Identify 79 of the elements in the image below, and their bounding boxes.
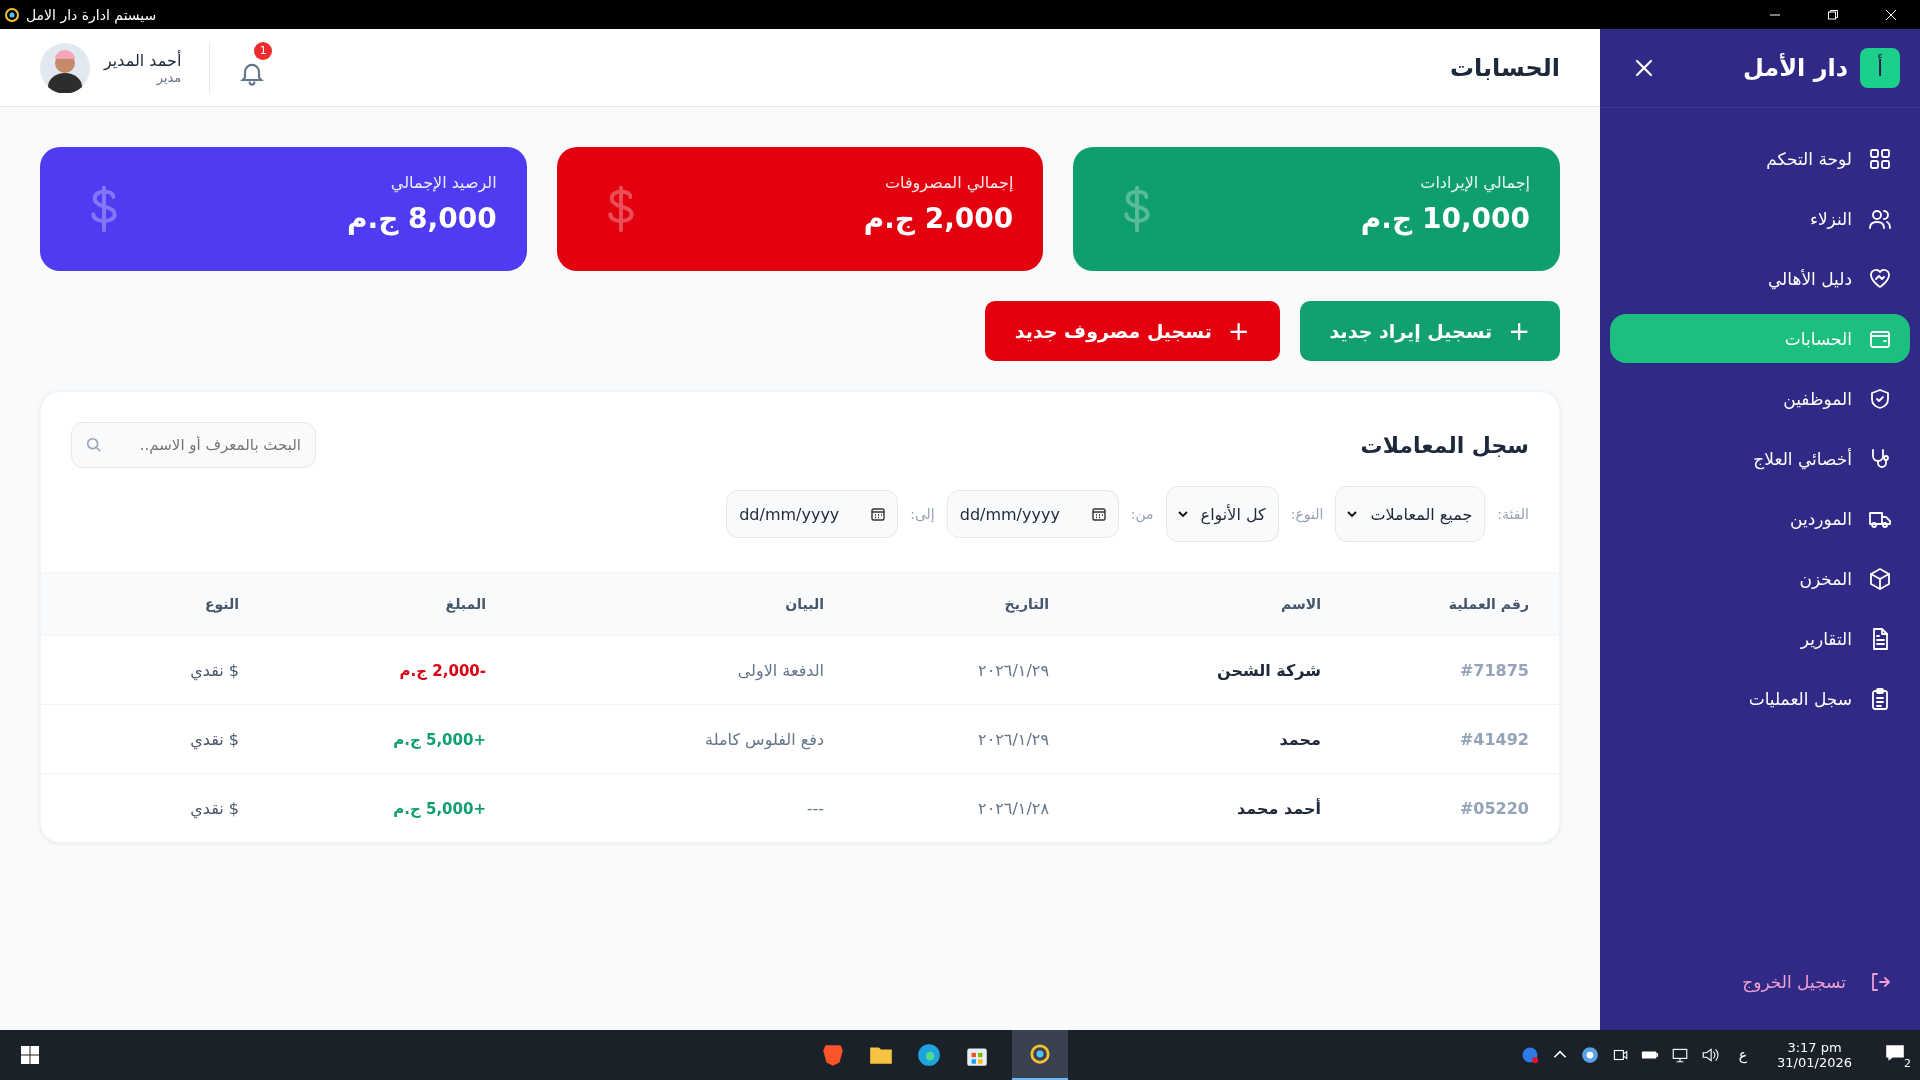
filter-label: النوع: [1290, 506, 1324, 522]
table-cell: $ نقدي [190, 729, 239, 749]
brand-name: دار الأمل [1742, 54, 1848, 82]
stat-value: 2,000 ج.م [863, 202, 1014, 235]
filter-dropdown[interactable]: كل الأنواع [1165, 486, 1279, 542]
brand-logo: أ [1860, 48, 1900, 88]
stat-value: 8,000 ج.م [347, 202, 497, 235]
stat-label: إجمالي الإيرادات [1419, 173, 1530, 192]
filter-label: من: [1130, 506, 1154, 522]
chevron-down-icon [1346, 508, 1359, 520]
notification-center-button[interactable]: 2 [1884, 1042, 1910, 1068]
table-cell: دفع الفلوس كاملة [705, 729, 824, 749]
table-cell: أحمد محمد [1237, 798, 1321, 818]
column-header: النوع [204, 596, 239, 612]
table-cell: $ نقدي [190, 660, 239, 680]
box-icon [1868, 566, 1892, 591]
sidebar-item[interactable]: دليل الأهالي [1610, 254, 1910, 303]
page-title: الحسابات [1449, 53, 1560, 82]
window-title: سيستم ادارة دار الامل [26, 6, 157, 23]
grid-icon [1868, 146, 1892, 171]
language-indicator[interactable]: ع [1730, 1047, 1756, 1063]
table-cell: #71875 [1459, 660, 1529, 680]
stat-value: 10,000 ج.م [1360, 202, 1530, 235]
calendar-icon [870, 506, 887, 522]
stat-label: إجمالي المصروفات [884, 173, 1014, 192]
filter-label: الفئة: [1497, 506, 1529, 522]
date-field[interactable]: dd/mm/yyyy [726, 490, 899, 538]
shield-icon [1868, 386, 1892, 411]
column-header: الاسم [1281, 596, 1321, 612]
table-cell: --- [806, 798, 824, 818]
chevron-down-icon [1176, 508, 1189, 520]
table-cell: الدفعة الاولى [737, 660, 824, 680]
dollar-icon [88, 185, 120, 233]
message-icon [1884, 1042, 1906, 1064]
table-cell: +5,000 ج.م [393, 730, 486, 749]
sidebar-item[interactable]: الموردين [1610, 494, 1910, 543]
table-cell: شركة الشحن [1217, 660, 1321, 680]
sidebar-item[interactable]: أخصائي العلاج [1610, 434, 1910, 483]
avatar[interactable] [40, 42, 90, 93]
logout-link[interactable]: تسجيل الخروج [1742, 970, 1892, 994]
search-icon [85, 436, 103, 454]
stat-label: الرصيد الإجمالي [389, 173, 497, 192]
table-cell: ٢٠٢٦/١/٢٩ [978, 660, 1049, 680]
app-icon [1029, 1043, 1051, 1065]
column-header: رقم العملية [1448, 596, 1529, 612]
network-icon[interactable] [1670, 1046, 1689, 1064]
calendar-icon [1090, 506, 1107, 522]
filter-dropdown[interactable]: جميع المعاملات [1335, 486, 1486, 542]
table-cell: -2,000 ج.م [399, 661, 486, 680]
table-cell: #41492 [1459, 729, 1529, 749]
column-header: البيان [785, 596, 824, 612]
user-name: أحمد المدير [104, 50, 182, 70]
sidebar-item[interactable]: سجل العمليات [1610, 674, 1910, 723]
notification-badge: 1 [254, 41, 273, 60]
table-cell: ٢٠٢٦/١/٢٨ [978, 798, 1049, 818]
filter-label: إلى: [910, 506, 935, 522]
column-header: التاريخ [1004, 596, 1049, 612]
sidebar-item[interactable]: الموظفين [1610, 374, 1910, 423]
table-cell: محمد [1279, 729, 1321, 749]
close-icon[interactable] [1634, 58, 1654, 78]
table-cell: $ نقدي [190, 798, 239, 818]
clock[interactable]: 3:17 pm 31/01/2026 [1767, 1040, 1862, 1070]
sidebar-item[interactable]: المخزن [1610, 554, 1910, 603]
taskbar-app[interactable] [1012, 1030, 1068, 1080]
sidebar-item[interactable]: التقارير [1610, 614, 1910, 663]
table-cell: #05220 [1459, 798, 1529, 818]
table-cell: +5,000 ج.م [393, 799, 486, 818]
sidebar-item[interactable]: لوحة التحكم [1610, 134, 1910, 183]
volume-icon[interactable] [1700, 1046, 1719, 1064]
column-header: المبلغ [445, 596, 486, 612]
heart-icon [1868, 266, 1892, 291]
user-role: مدير [156, 69, 182, 85]
date-field[interactable]: dd/mm/yyyy [946, 490, 1119, 538]
action-button[interactable]: + تسجيل مصروف جديد [984, 301, 1280, 361]
app-icon [4, 6, 20, 23]
table-cell: ٢٠٢٦/١/٢٩ [978, 729, 1049, 749]
sidebar-item[interactable]: النزلاء [1610, 194, 1910, 243]
browser-icon[interactable] [916, 1042, 942, 1068]
section-title: سجل المعاملات [1360, 432, 1529, 458]
